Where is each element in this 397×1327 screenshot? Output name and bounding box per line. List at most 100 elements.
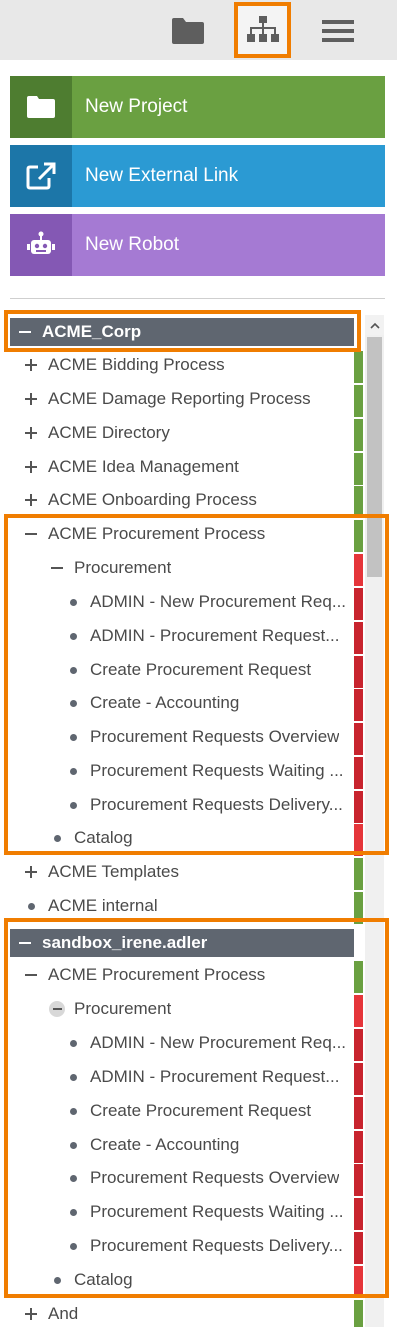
status-indicator: [354, 1266, 363, 1298]
bullet-icon: [62, 699, 84, 707]
collapse-minus-icon[interactable]: [46, 566, 68, 570]
tree-item[interactable]: Procurement Requests Overview: [10, 1163, 354, 1193]
bullet-icon: [62, 666, 84, 674]
tree-item[interactable]: Procurement: [10, 553, 354, 583]
tree-item-label: Create Procurement Request: [90, 660, 312, 679]
tree-item-label: ACME Damage Reporting Process: [48, 389, 311, 408]
bullet-icon: [62, 1107, 84, 1115]
tree-item[interactable]: ADMIN - Procurement Request...: [10, 1062, 354, 1092]
status-indicator: [354, 791, 363, 823]
tree-item[interactable]: ADMIN - Procurement Request...: [10, 621, 354, 651]
tree-item-label: Create - Accounting: [90, 693, 240, 712]
tree-item[interactable]: Procurement Requests Delivery...: [10, 1231, 354, 1261]
tree-item-label: Procurement: [74, 999, 172, 1018]
status-indicator: [354, 385, 363, 417]
bullet-icon: [62, 1174, 84, 1182]
tree-item-label: ADMIN - New Procurement Req...: [90, 1033, 347, 1052]
tree-item-label: Procurement Requests Waiting ...: [90, 761, 344, 780]
tree-item[interactable]: ACME Damage Reporting Process: [10, 384, 354, 414]
status-indicator: [354, 1097, 363, 1129]
expand-plus-icon[interactable]: [20, 427, 42, 439]
tree-item[interactable]: ACME Templates: [10, 857, 354, 887]
bullet-icon: [62, 1073, 84, 1081]
tree-item[interactable]: Create - Accounting: [10, 1130, 354, 1160]
status-indicator: [354, 1063, 363, 1095]
bullet-icon: [62, 801, 84, 809]
tree-item-label: ACME Onboarding Process: [48, 490, 257, 509]
tree-item-label: And: [48, 1304, 79, 1323]
tree-item-label: Procurement: [74, 558, 172, 577]
tree-item-label: Create - Accounting: [90, 1135, 240, 1154]
tree-item-label: Catalog: [74, 828, 133, 847]
expand-plus-icon[interactable]: [20, 359, 42, 371]
tree-item[interactable]: Procurement Requests Waiting ...: [10, 756, 354, 786]
tree-item-label: ACME Procurement Process: [48, 524, 266, 543]
status-indicator: [354, 892, 363, 924]
tree-root[interactable]: sandbox_irene.adler: [10, 929, 354, 957]
expand-plus-icon[interactable]: [20, 494, 42, 506]
tree-item-label: ADMIN - New Procurement Req...: [90, 592, 347, 611]
tree-item[interactable]: Create Procurement Request: [10, 655, 354, 685]
expand-plus-icon[interactable]: [20, 866, 42, 878]
tree-item[interactable]: Procurement Requests Overview: [10, 722, 354, 752]
collapse-circle-icon[interactable]: [46, 1001, 68, 1017]
bullet-icon: [62, 632, 84, 640]
project-tree: ACME_Corp ACME Bidding Process ACME Damage…: [0, 0, 397, 1327]
status-indicator: [354, 995, 363, 1027]
bullet-icon: [62, 1141, 84, 1149]
tree-item-label: Procurement Requests Delivery...: [90, 795, 343, 814]
tree-item[interactable]: ACME Procurement Process: [10, 519, 354, 549]
tree-item[interactable]: Create Procurement Request: [10, 1096, 354, 1126]
status-indicator: [354, 961, 363, 993]
collapse-minus-icon[interactable]: [20, 973, 42, 977]
tree-item-label: Procurement Requests Delivery...: [90, 1236, 343, 1255]
tree-item[interactable]: ACME Idea Management: [10, 452, 354, 482]
tree-item[interactable]: Catalog: [10, 1265, 354, 1295]
collapse-minus-icon[interactable]: [14, 330, 36, 334]
tree-item-label: ACME Directory: [48, 423, 170, 442]
tree-item[interactable]: And: [10, 1299, 354, 1327]
status-indicator: [354, 1232, 363, 1264]
status-indicator: [354, 824, 363, 856]
status-indicator: [354, 1198, 363, 1230]
expand-plus-icon[interactable]: [20, 461, 42, 473]
collapse-minus-icon[interactable]: [20, 532, 42, 536]
tree-item[interactable]: ACME Directory: [10, 418, 354, 448]
tree-item[interactable]: ACME Procurement Process: [10, 960, 354, 990]
bullet-icon: [20, 902, 42, 910]
tree-item[interactable]: Procurement Requests Delivery...: [10, 790, 354, 820]
status-indicator: [354, 1164, 363, 1196]
status-indicator: [354, 419, 363, 451]
tree-item[interactable]: ACME internal: [10, 891, 354, 921]
expand-plus-icon[interactable]: [20, 393, 42, 405]
tree-item[interactable]: Procurement Requests Waiting ...: [10, 1197, 354, 1227]
tree-item[interactable]: ACME Onboarding Process: [10, 485, 354, 515]
tree-item[interactable]: Procurement: [10, 994, 354, 1024]
tree-root[interactable]: ACME_Corp: [10, 318, 354, 346]
bullet-icon: [46, 834, 68, 842]
expand-plus-icon[interactable]: [20, 1308, 42, 1320]
tree-item[interactable]: Create - Accounting: [10, 688, 354, 718]
tree-item-label: ACME Bidding Process: [48, 355, 225, 374]
tree-item-label: ADMIN - Procurement Request...: [90, 1067, 340, 1086]
bullet-icon: [62, 598, 84, 606]
tree-item[interactable]: ACME Bidding Process: [10, 350, 354, 380]
collapse-minus-icon[interactable]: [14, 941, 36, 945]
tree-item[interactable]: Catalog: [10, 823, 354, 853]
tree-item-label: ACME Procurement Process: [48, 965, 266, 984]
status-indicator: [354, 554, 363, 586]
tree-item-label: Procurement Requests Overview: [90, 727, 340, 746]
tree-item-label: ACME Idea Management: [48, 457, 239, 476]
status-indicator: [354, 689, 363, 721]
status-indicator: [354, 1300, 363, 1327]
tree-item[interactable]: ADMIN - New Procurement Req...: [10, 1028, 354, 1058]
bullet-icon: [62, 767, 84, 775]
bullet-icon: [62, 733, 84, 741]
tree-item-label: ACME internal: [48, 896, 158, 915]
status-indicator: [354, 453, 363, 485]
tree-item-label: ACME Templates: [48, 862, 180, 881]
status-indicator: [354, 858, 363, 890]
tree-item-label: Procurement Requests Overview: [90, 1168, 340, 1187]
tree-item[interactable]: ADMIN - New Procurement Req...: [10, 587, 354, 617]
status-indicator: [354, 588, 363, 620]
